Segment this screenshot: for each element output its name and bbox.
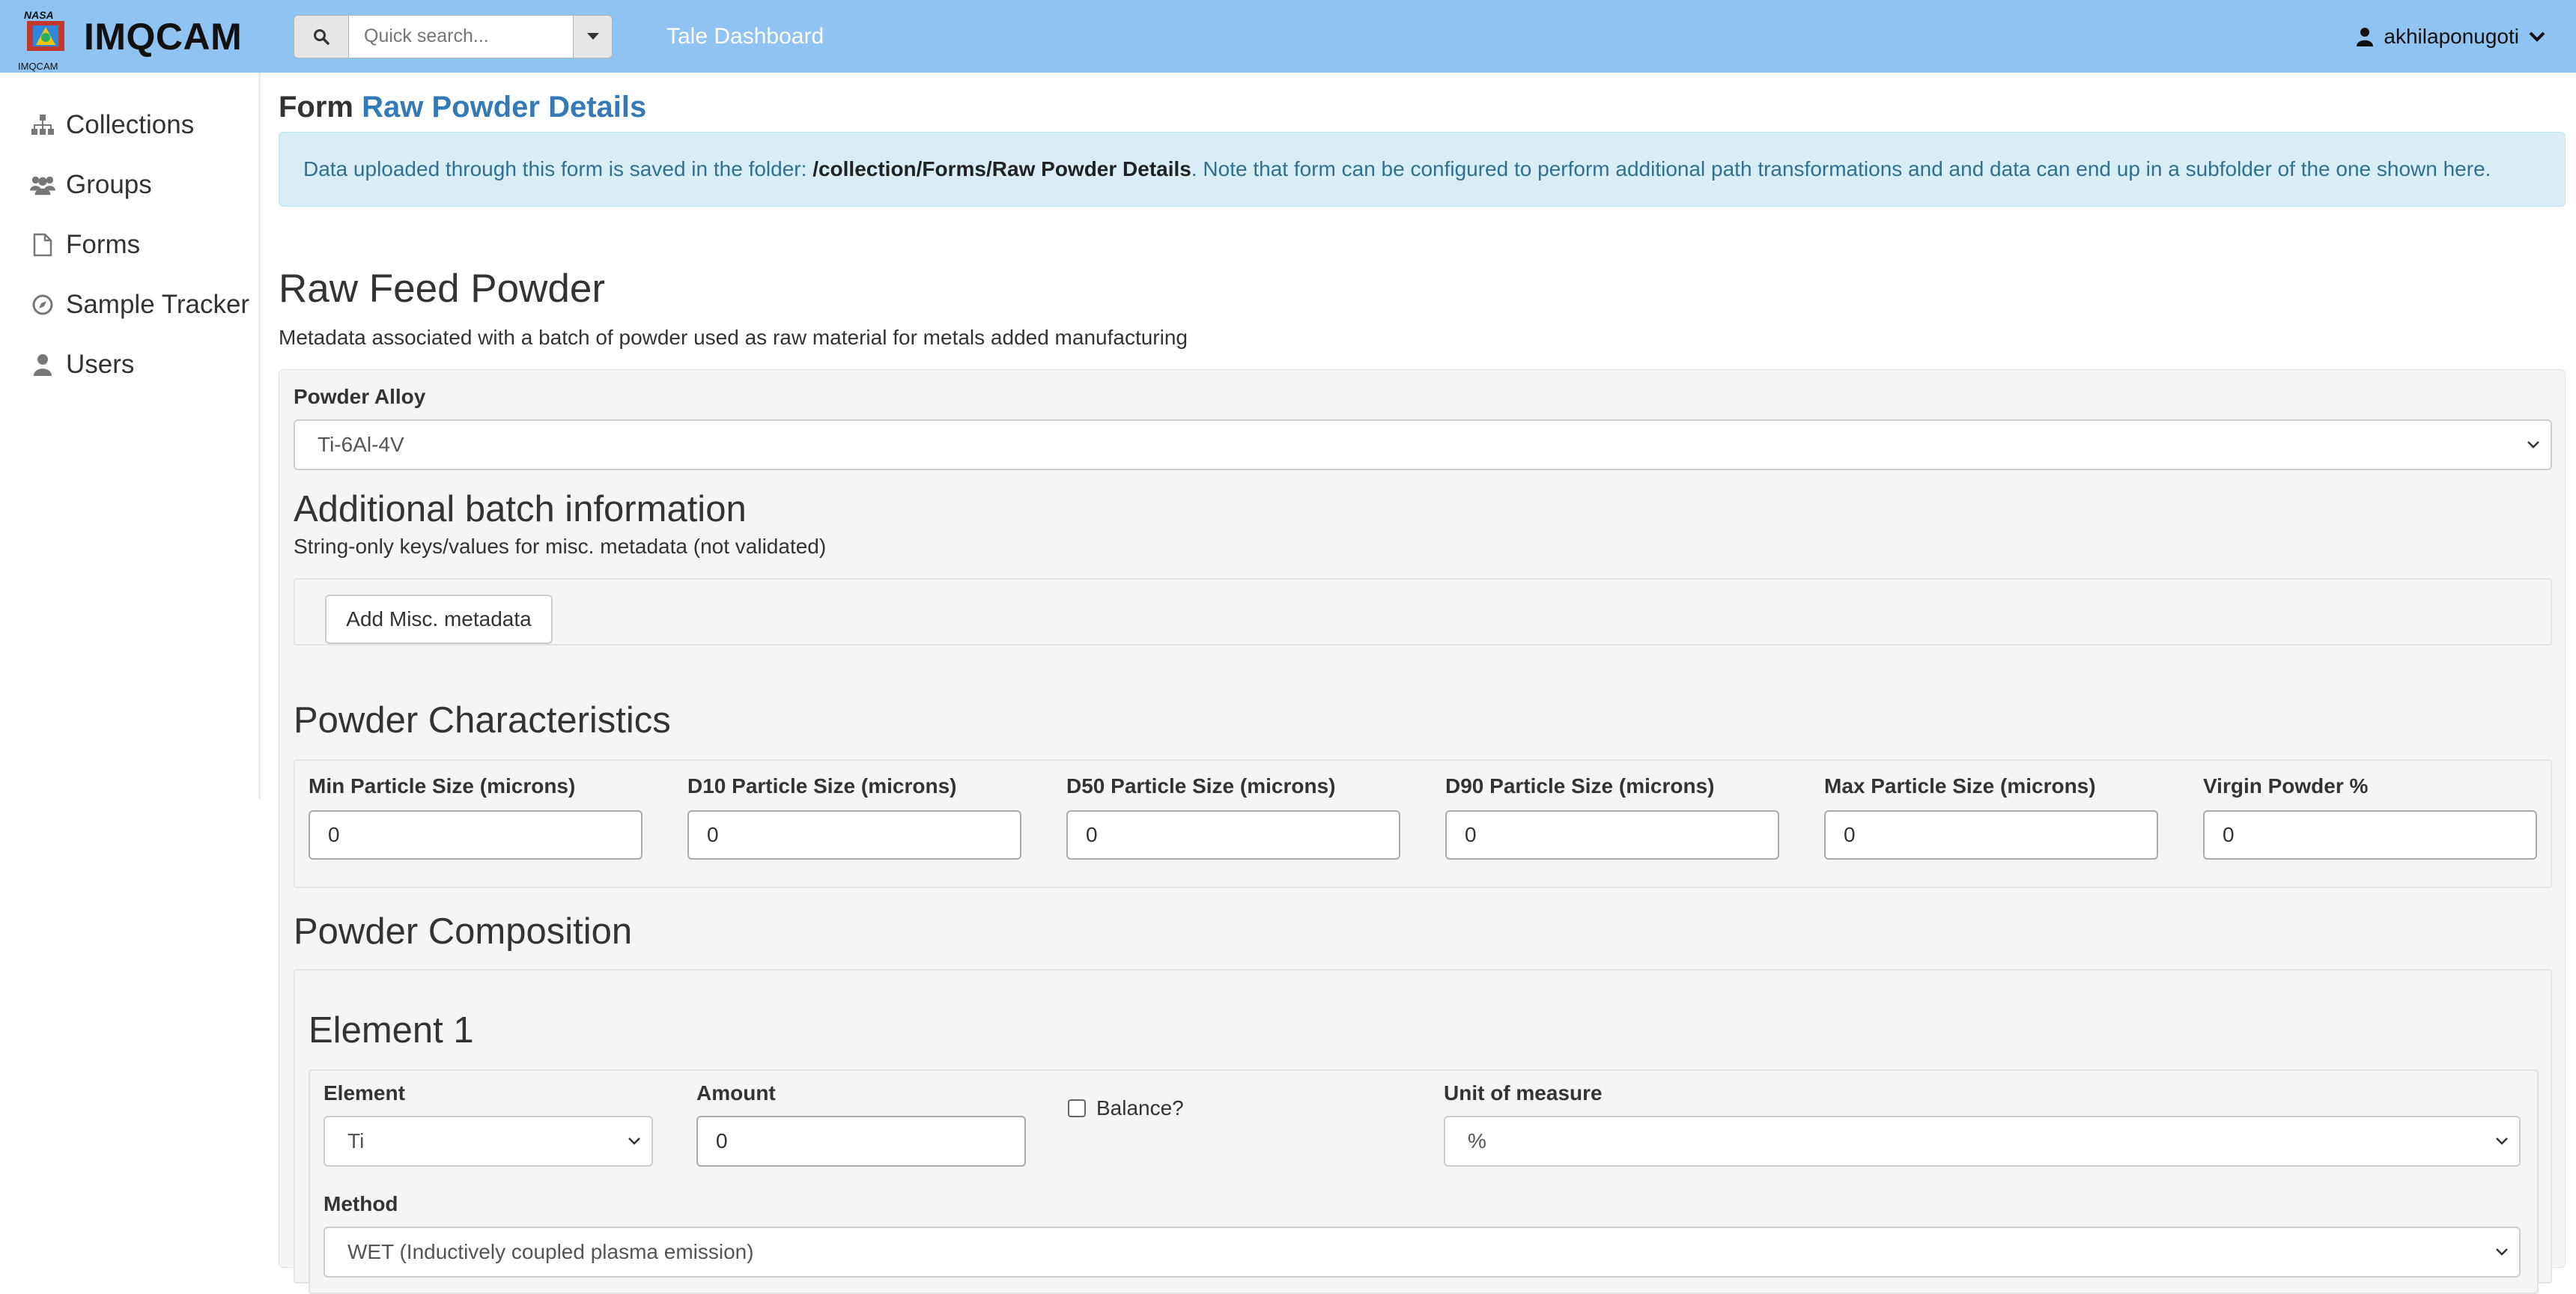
user-icon: [2357, 27, 2374, 46]
sidebar-item-label: Forms: [66, 230, 141, 259]
alert-text: Data uploaded through this form is saved…: [303, 157, 2491, 181]
powder-alloy-label: Powder Alloy: [294, 385, 426, 408]
brand-logo: NASA IMQCAM: [18, 8, 72, 72]
logo-bottom-text: IMQCAM: [18, 60, 58, 72]
chevron-down-icon: [2527, 441, 2539, 449]
d10-particle-size-input[interactable]: 0: [687, 810, 1021, 860]
page-title: Form Raw Powder Details: [279, 91, 646, 124]
powder-composition-title: Powder Composition: [294, 911, 633, 952]
max-particle-size-input[interactable]: 0: [1824, 810, 2158, 860]
search-button[interactable]: [294, 14, 349, 58]
virgin-powder-input[interactable]: 0: [2203, 810, 2537, 860]
sidebar-item-users[interactable]: Users: [0, 335, 258, 395]
sidebar-item-label: Sample Tracker: [66, 290, 250, 319]
balance-label: Balance?: [1096, 1096, 1184, 1120]
amount-input[interactable]: 0: [696, 1116, 1026, 1167]
element-1-title: Element 1: [309, 1010, 474, 1051]
checkbox-box[interactable]: [1068, 1099, 1086, 1117]
user-icon: [30, 352, 55, 377]
min-particle-size-input[interactable]: 0: [309, 810, 643, 860]
balance-checkbox[interactable]: Balance?: [1068, 1096, 1184, 1120]
unit-of-measure-select[interactable]: %: [1444, 1116, 2521, 1167]
section-title: Raw Feed Powder: [279, 267, 605, 311]
element-1-well: Element Ti Amount 0 Balance? Unit of mea…: [309, 1069, 2539, 1294]
chevron-down-icon: [2496, 1248, 2508, 1256]
element-value: Ti: [347, 1129, 365, 1152]
method-label: Method: [323, 1192, 398, 1215]
powder-alloy-select[interactable]: Ti-6Al-4V: [294, 419, 2552, 470]
file-icon: [30, 232, 55, 258]
element-label: Element: [323, 1081, 405, 1105]
caret-down-icon: [586, 33, 599, 40]
d50-particle-size-input[interactable]: 0: [1066, 810, 1400, 860]
sidebar-item-label: Groups: [66, 170, 152, 199]
form-well: Powder Alloy Ti-6Al-4V Additional batch …: [279, 369, 2566, 1294]
powder-characteristics-title: Powder Characteristics: [294, 700, 671, 741]
sidebar-item-label: Collections: [66, 110, 195, 139]
quick-search: [294, 14, 613, 58]
sitemap-icon: [30, 112, 55, 138]
chevron-down-icon: [2496, 1137, 2508, 1145]
min-particle-size-label: Min Particle Size (microns): [309, 774, 576, 798]
search-input[interactable]: [349, 14, 574, 58]
alert-text-post: . Note that form can be configured to pe…: [1191, 157, 2491, 180]
amount-label: Amount: [696, 1081, 776, 1105]
virgin-powder-label: Virgin Powder %: [2203, 774, 2369, 798]
top-navbar: NASA IMQCAM IMQCAM Tale Dashboard akhila…: [0, 0, 2576, 73]
brand-name: IMQCAM: [84, 15, 243, 58]
additional-info-title: Additional batch information: [294, 489, 747, 529]
method-value: WET (Inductively coupled plasma emission…: [347, 1240, 754, 1263]
users-icon: [30, 172, 55, 198]
chevron-down-icon: [2529, 31, 2545, 42]
sidebar-item-label: Users: [66, 350, 135, 379]
alert-text-pre: Data uploaded through this form is saved…: [303, 157, 807, 180]
powder-characteristics-well: Min Particle Size (microns) 0 D10 Partic…: [294, 759, 2552, 888]
element-select[interactable]: Ti: [323, 1116, 653, 1167]
add-misc-metadata-button[interactable]: Add Misc. metadata: [325, 595, 553, 644]
method-select[interactable]: WET (Inductively coupled plasma emission…: [323, 1227, 2521, 1278]
powder-composition-well: Element 1 Element Ti Amount 0 Balance? U…: [294, 969, 2552, 1294]
main-content: Form Raw Powder Details Data uploaded th…: [279, 73, 2566, 1294]
d10-particle-size-label: D10 Particle Size (microns): [687, 774, 957, 798]
user-name: akhilaponugoti: [2384, 24, 2519, 48]
user-menu[interactable]: akhilaponugoti: [2357, 0, 2546, 73]
compass-icon: [30, 292, 55, 318]
powder-alloy-value: Ti-6Al-4V: [318, 433, 404, 456]
section-description: Metadata associated with a batch of powd…: [279, 326, 1188, 349]
sidebar: Collections Groups Forms Sample Tracker …: [0, 73, 261, 799]
logo-top-text: NASA: [24, 8, 54, 21]
search-icon: [314, 28, 329, 45]
tale-dashboard-link[interactable]: Tale Dashboard: [666, 24, 824, 49]
d90-particle-size-input[interactable]: 0: [1445, 810, 1779, 860]
info-alert: Data uploaded through this form is saved…: [279, 132, 2566, 207]
d50-particle-size-label: D50 Particle Size (microns): [1066, 774, 1336, 798]
sidebar-item-sample-tracker[interactable]: Sample Tracker: [0, 275, 258, 335]
d90-particle-size-label: D90 Particle Size (microns): [1445, 774, 1715, 798]
max-particle-size-label: Max Particle Size (microns): [1824, 774, 2096, 798]
brand[interactable]: NASA IMQCAM IMQCAM: [18, 8, 274, 72]
alert-folder-path: /collection/Forms/Raw Powder Details: [812, 157, 1191, 180]
unit-of-measure-value: %: [1468, 1129, 1486, 1152]
additional-info-description: String-only keys/values for misc. metada…: [294, 535, 827, 558]
sidebar-item-forms[interactable]: Forms: [0, 215, 258, 275]
form-name-link[interactable]: Raw Powder Details: [362, 91, 646, 124]
sidebar-item-groups[interactable]: Groups: [0, 155, 258, 215]
page-title-prefix: Form: [279, 91, 353, 124]
chevron-down-icon: [628, 1137, 640, 1145]
search-mode-dropdown[interactable]: [574, 14, 613, 58]
unit-of-measure-label: Unit of measure: [1444, 1081, 1603, 1105]
misc-metadata-well: Add Misc. metadata: [294, 578, 2552, 646]
sidebar-item-collections[interactable]: Collections: [0, 95, 258, 155]
